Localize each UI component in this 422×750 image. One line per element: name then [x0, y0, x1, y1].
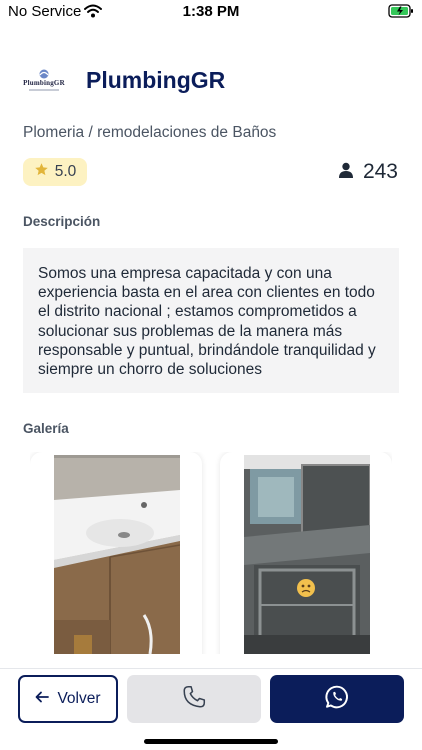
company-logo: PlumbingGR — [22, 58, 66, 102]
clock: 1:38 PM — [182, 3, 240, 20]
bathroom-cabinet-photo — [244, 455, 370, 654]
status-bar: No Service 1:38 PM — [0, 0, 422, 24]
gallery-title: Galería — [23, 421, 69, 436]
user-count: 243 — [338, 160, 398, 184]
profile-header: PlumbingGR PlumbingGR — [22, 58, 225, 102]
rating-badge: 5.0 — [23, 158, 87, 186]
company-name: PlumbingGR — [86, 66, 226, 93]
rating-value: 5.0 — [54, 163, 77, 180]
bottom-action-bar: Volver — [0, 668, 422, 750]
bathroom-vanity-photo — [54, 455, 180, 654]
gallery — [30, 452, 392, 654]
back-button-label: Volver — [57, 690, 101, 707]
call-button[interactable] — [127, 675, 261, 723]
whatsapp-button[interactable] — [270, 675, 404, 723]
back-button[interactable]: Volver — [18, 675, 118, 723]
gallery-card[interactable] — [220, 452, 392, 654]
arrow-left-icon — [35, 690, 50, 708]
phone-icon — [181, 684, 207, 715]
person-icon — [338, 162, 353, 183]
count-value: 243 — [362, 160, 398, 183]
description-title: Descripción — [23, 214, 101, 229]
category-label: Plomeria / remodelaciones de Baños — [23, 124, 277, 141]
description-box: Somos una empresa capacitada y con una e… — [23, 248, 399, 393]
battery-icon — [388, 4, 414, 22]
star-icon — [34, 162, 49, 182]
logo-tagline-line — [29, 89, 59, 91]
description-text: Somos una empresa capacitada y con una e… — [38, 265, 376, 379]
whatsapp-icon — [324, 684, 350, 715]
logo-mark-icon — [39, 69, 49, 79]
home-indicator — [144, 739, 278, 744]
gallery-card[interactable] — [30, 452, 202, 654]
logo-text: PlumbingGR — [23, 79, 65, 87]
